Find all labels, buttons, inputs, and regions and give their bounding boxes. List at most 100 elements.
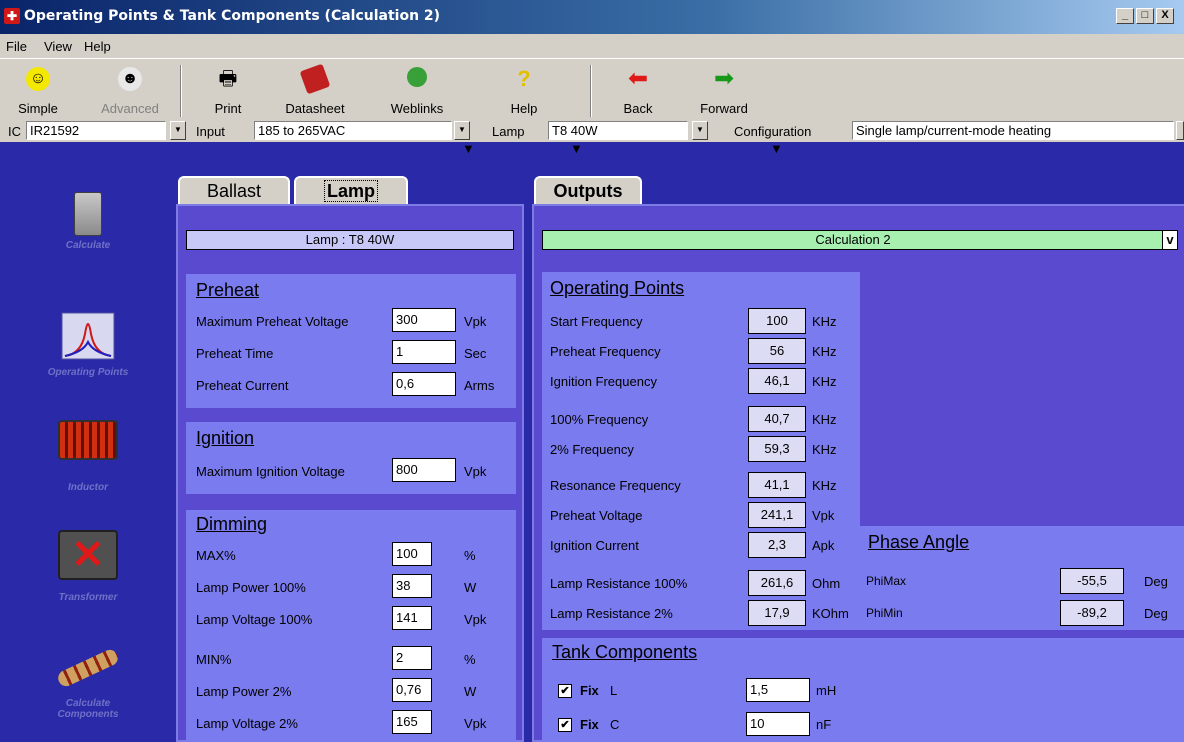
operating-point-label: Resonance Frequency bbox=[550, 478, 681, 493]
ignition-title: Ignition bbox=[196, 428, 255, 448]
max-ignition-voltage-unit: Vpk bbox=[464, 464, 487, 479]
printer-icon: 🖶 bbox=[218, 68, 238, 90]
preheat-group: Preheat Maximum Preheat Voltage 300 Vpk … bbox=[186, 274, 516, 408]
tank-components-group: Tank Components ✔ Fix L 1,5 mH ✔ Fix C 1… bbox=[542, 638, 1184, 742]
toolbar: ☺ Simple ☻ Advanced 🖶 Print Datasheet We… bbox=[0, 58, 1184, 156]
max-percent-unit: % bbox=[464, 548, 476, 563]
resonance-curve-icon bbox=[61, 312, 115, 360]
operating-point-value: 17,9 bbox=[748, 600, 806, 626]
phase-angle-group: Phase Angle PhiMax -55,5 Deg PhiMin -89,… bbox=[858, 526, 1184, 630]
menu-file[interactable]: File bbox=[6, 39, 27, 54]
weblinks-button[interactable]: Weblinks bbox=[380, 63, 454, 119]
forward-button[interactable]: ➡ Forward bbox=[690, 63, 758, 119]
fix-c-checkbox[interactable]: ✔ bbox=[558, 718, 572, 732]
fix-c-label: Fix bbox=[580, 717, 599, 732]
sidebar-item-calculate[interactable]: Calculate bbox=[40, 192, 136, 251]
menu-help[interactable]: Help bbox=[84, 39, 111, 54]
phase-angle-title: Phase Angle bbox=[868, 532, 970, 552]
help-dropdown-icon[interactable]: ▼ bbox=[570, 141, 583, 156]
sidebar-item-calculate-components[interactable]: Calculate Components bbox=[40, 647, 136, 720]
weblinks-dropdown-icon[interactable]: ▼ bbox=[462, 141, 475, 156]
max-preheat-voltage-input[interactable]: 300 bbox=[392, 308, 456, 332]
ic-dropdown-icon[interactable]: ▼ bbox=[170, 121, 186, 140]
tank-l-name: L bbox=[610, 683, 618, 698]
tank-c-input[interactable]: 10 bbox=[746, 712, 810, 736]
operating-point-unit: Ohm bbox=[812, 576, 841, 591]
min-percent-input[interactable]: 2 bbox=[392, 646, 432, 670]
operating-point-label: Start Frequency bbox=[550, 314, 643, 329]
lamp-dropdown-icon[interactable]: ▼ bbox=[692, 121, 708, 140]
operating-points-title: Operating Points bbox=[550, 278, 685, 298]
title-bar: ✚ Operating Points & Tank Components (Ca… bbox=[0, 0, 1184, 34]
toolbar-separator bbox=[180, 65, 182, 117]
tab-outputs[interactable]: Outputs bbox=[534, 176, 642, 206]
configuration-label: Configuration bbox=[734, 124, 812, 139]
operating-point-value: 56 bbox=[748, 338, 806, 364]
lamp-voltage-100-input[interactable]: 141 bbox=[392, 606, 432, 630]
lamp-power-2-input[interactable]: 0,76 bbox=[392, 678, 432, 702]
operating-point-unit: KHz bbox=[812, 442, 837, 457]
operating-point-unit: KHz bbox=[812, 314, 837, 329]
lamp-voltage-100-label: Lamp Voltage 100% bbox=[196, 612, 313, 627]
max-ignition-voltage-input[interactable]: 800 bbox=[392, 458, 456, 482]
simple-button[interactable]: ☺ Simple bbox=[8, 63, 68, 119]
tank-c-name: C bbox=[610, 717, 620, 732]
lamp-voltage-2-unit: Vpk bbox=[464, 716, 487, 731]
tab-ballast[interactable]: Ballast bbox=[178, 176, 290, 206]
help-button[interactable]: ? Help bbox=[496, 63, 552, 119]
sidebar-label: Inductor bbox=[68, 482, 108, 493]
preheat-time-unit: Sec bbox=[464, 346, 487, 361]
ignition-group: Ignition Maximum Ignition Voltage 800 Vp… bbox=[186, 422, 516, 494]
preheat-time-label: Preheat Time bbox=[196, 346, 274, 361]
tank-l-input[interactable]: 1,5 bbox=[746, 678, 810, 702]
operating-point-label: Lamp Resistance 100% bbox=[550, 576, 688, 591]
operating-point-unit: KHz bbox=[812, 344, 837, 359]
lamp-voltage-2-input[interactable]: 165 bbox=[392, 710, 432, 734]
forward-dropdown-icon[interactable]: ▼ bbox=[770, 141, 783, 156]
configuration-dropdown-icon[interactable] bbox=[1176, 121, 1184, 140]
back-button[interactable]: ⬅ Back bbox=[610, 63, 666, 119]
datasheet-button[interactable]: Datasheet bbox=[274, 63, 356, 119]
tank-components-title: Tank Components bbox=[552, 642, 698, 662]
menu-view[interactable]: View bbox=[44, 39, 72, 54]
print-label: Print bbox=[214, 101, 242, 116]
close-button[interactable]: X bbox=[1156, 8, 1174, 24]
preheat-current-unit: Arms bbox=[464, 378, 495, 393]
sidebar-item-inductor[interactable]: Inductor bbox=[40, 420, 136, 493]
lamp-select[interactable]: T8 40W bbox=[548, 121, 688, 140]
transformer-icon: ✕ bbox=[58, 530, 118, 580]
input-select[interactable]: 185 to 265VAC bbox=[254, 121, 452, 140]
fix-l-checkbox[interactable]: ✔ bbox=[558, 684, 572, 698]
inductor-icon bbox=[58, 420, 118, 460]
max-percent-input[interactable]: 100 bbox=[392, 542, 432, 566]
lamp-voltage-2-label: Lamp Voltage 2% bbox=[196, 716, 298, 731]
calculation-dropdown-button[interactable]: v bbox=[1162, 230, 1178, 250]
preheat-current-input[interactable]: 0,6 bbox=[392, 372, 456, 396]
ic-select[interactable]: IR21592 bbox=[26, 121, 166, 140]
sidebar-item-transformer[interactable]: ✕ Transformer bbox=[40, 530, 136, 603]
sidebar-item-operating-points[interactable]: Operating Points bbox=[40, 312, 136, 378]
maximize-button[interactable]: □ bbox=[1136, 8, 1154, 24]
operating-point-value: 261,6 bbox=[748, 570, 806, 596]
phimax-label: PhiMax bbox=[866, 574, 907, 588]
lamp-power-100-input[interactable]: 38 bbox=[392, 574, 432, 598]
operating-point-value: 59,3 bbox=[748, 436, 806, 462]
operating-point-label: Preheat Voltage bbox=[550, 508, 643, 523]
tab-lamp[interactable]: Lamp bbox=[294, 176, 408, 206]
print-button[interactable]: 🖶 Print bbox=[200, 63, 256, 119]
min-percent-unit: % bbox=[464, 652, 476, 667]
input-dropdown-icon[interactable]: ▼ bbox=[454, 121, 470, 140]
operating-points-group: Operating Points Start Frequency 100 KHz Pr… bbox=[542, 272, 860, 630]
dimming-title: Dimming bbox=[196, 514, 268, 534]
minimize-button[interactable]: _ bbox=[1116, 8, 1134, 24]
back-label: Back bbox=[623, 101, 653, 116]
operating-point-value: 46,1 bbox=[748, 368, 806, 394]
dimming-group: Dimming MAX% 100 % Lamp Power 100% 38 W … bbox=[186, 510, 516, 742]
operating-point-unit: KHz bbox=[812, 412, 837, 427]
configuration-select[interactable]: Single lamp/current-mode heating bbox=[852, 121, 1174, 140]
lamp-header: Lamp : T8 40W bbox=[186, 230, 514, 250]
preheat-time-input[interactable]: 1 bbox=[392, 340, 456, 364]
advanced-button[interactable]: ☻ Advanced bbox=[92, 63, 168, 119]
sidebar-label: Operating Points bbox=[47, 367, 129, 378]
fix-l-label: Fix bbox=[580, 683, 599, 698]
